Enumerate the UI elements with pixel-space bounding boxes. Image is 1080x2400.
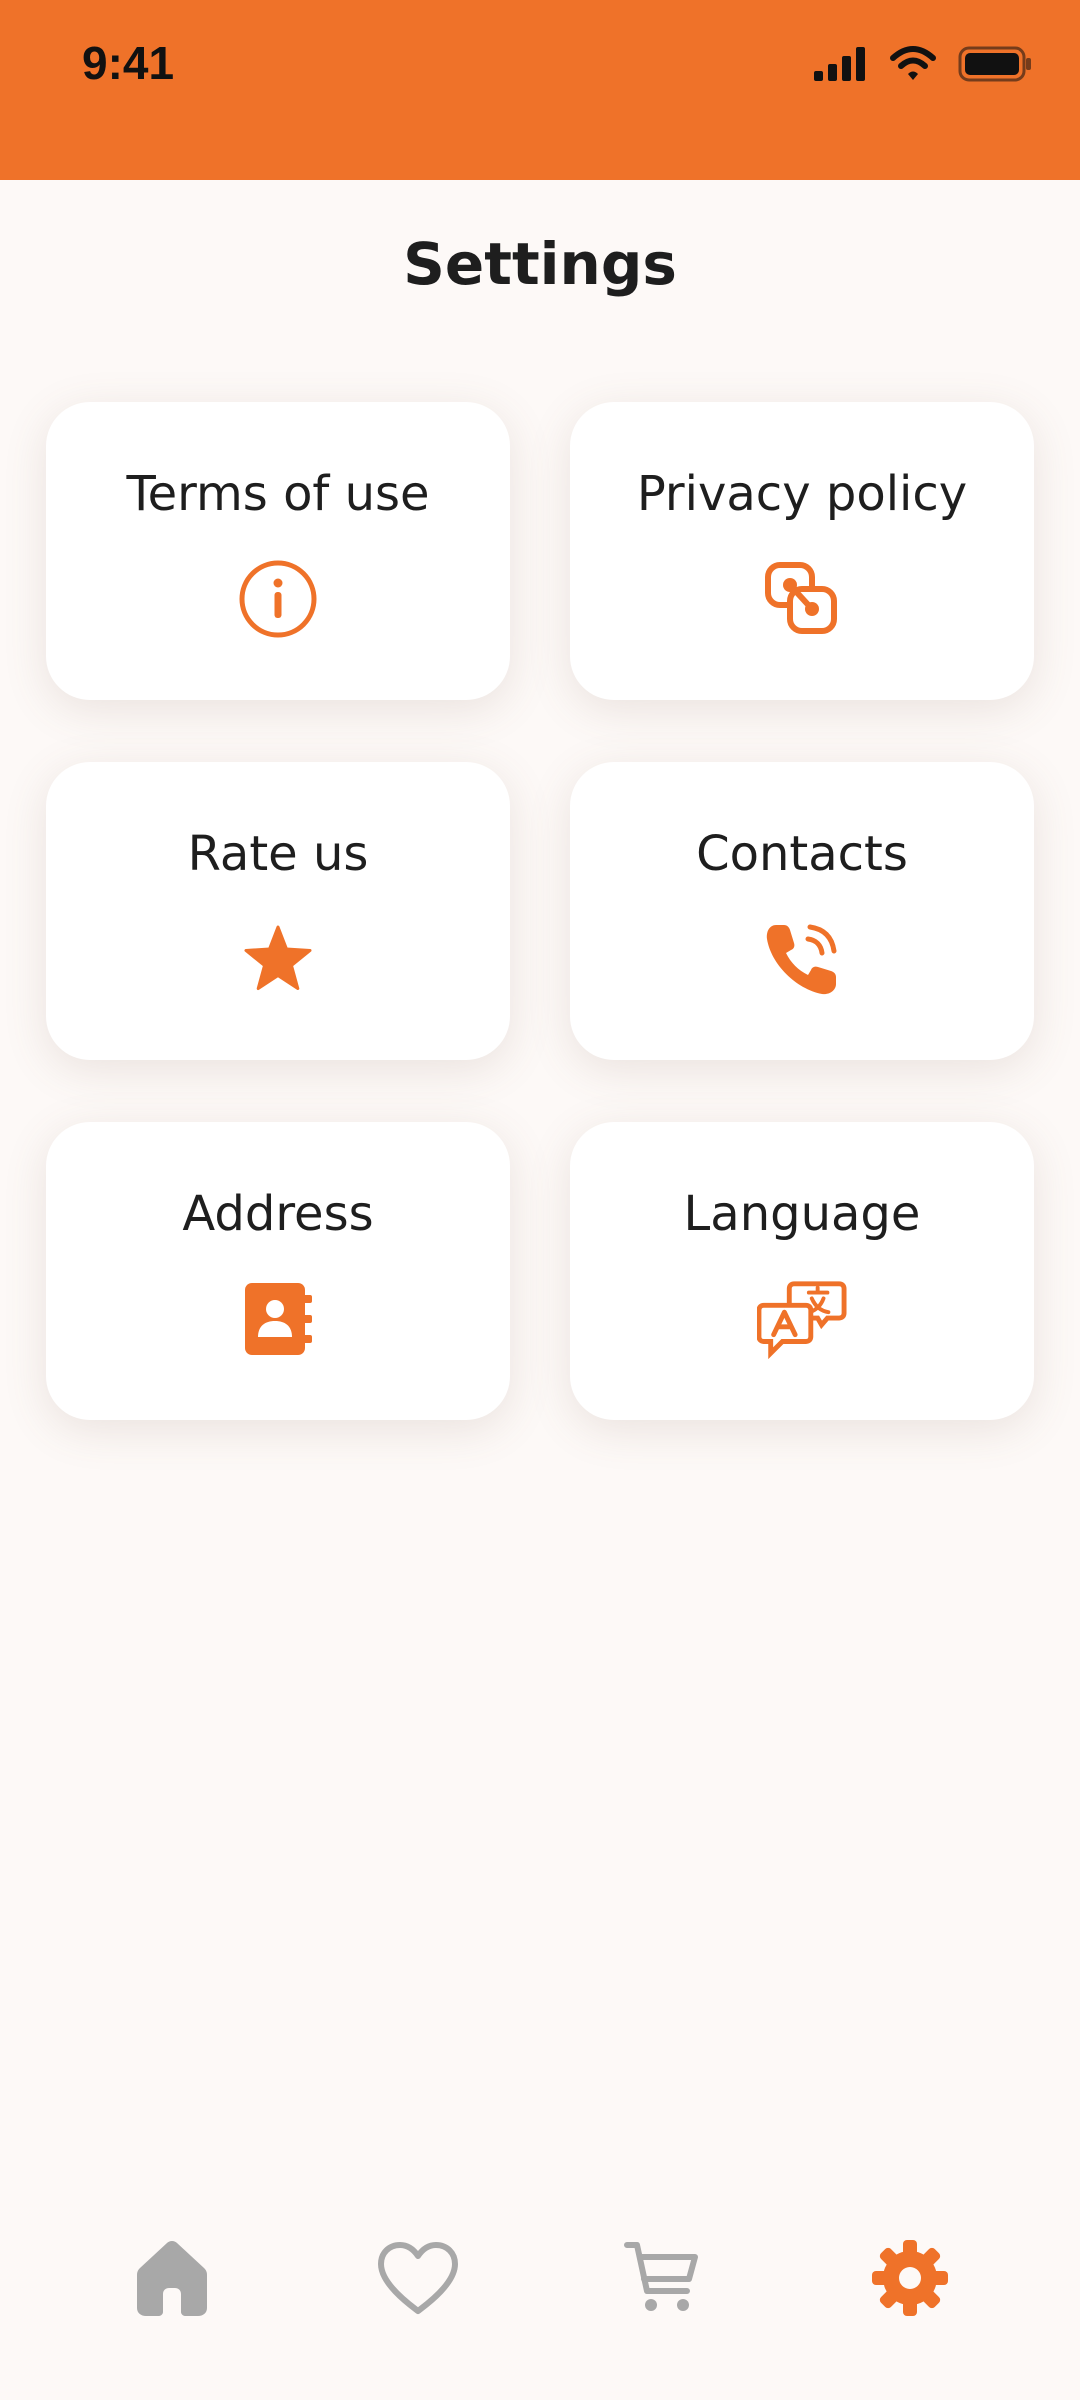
card-contacts[interactable]: Contacts bbox=[570, 762, 1034, 1060]
phone-ringing-icon bbox=[757, 914, 847, 1004]
signal-icon bbox=[814, 47, 868, 85]
wifi-icon bbox=[890, 46, 936, 86]
battery-icon bbox=[958, 46, 1032, 86]
card-label: Terms of use bbox=[126, 466, 430, 522]
nav-favorites[interactable] bbox=[358, 2220, 478, 2340]
nav-cart[interactable] bbox=[602, 2220, 722, 2340]
card-privacy-policy[interactable]: Privacy policy bbox=[570, 402, 1034, 700]
page-title: Settings bbox=[403, 230, 677, 298]
card-label: Language bbox=[683, 1186, 921, 1242]
card-label: Address bbox=[182, 1186, 374, 1242]
gear-icon bbox=[870, 2238, 950, 2322]
cart-icon bbox=[623, 2239, 701, 2321]
heart-icon bbox=[377, 2241, 459, 2319]
card-terms-of-use[interactable]: Terms of use bbox=[46, 402, 510, 700]
home-icon bbox=[135, 2238, 209, 2322]
nav-settings[interactable] bbox=[850, 2220, 970, 2340]
star-icon bbox=[233, 914, 323, 1004]
bottom-nav bbox=[0, 2220, 1080, 2340]
nav-home[interactable] bbox=[112, 2220, 232, 2340]
info-circle-icon bbox=[233, 554, 323, 644]
card-label: Contacts bbox=[696, 826, 908, 882]
card-address[interactable]: Address bbox=[46, 1122, 510, 1420]
address-book-icon bbox=[233, 1274, 323, 1364]
card-label: Privacy policy bbox=[636, 466, 968, 522]
status-time: 9:41 bbox=[82, 37, 175, 89]
card-language[interactable]: Language bbox=[570, 1122, 1034, 1420]
translate-icon bbox=[757, 1274, 847, 1364]
status-icons bbox=[814, 44, 1032, 88]
card-rate-us[interactable]: Rate us bbox=[46, 762, 510, 1060]
status-bar: 9:41 bbox=[0, 0, 1080, 180]
privacy-link-icon bbox=[757, 554, 847, 644]
card-label: Rate us bbox=[187, 826, 369, 882]
